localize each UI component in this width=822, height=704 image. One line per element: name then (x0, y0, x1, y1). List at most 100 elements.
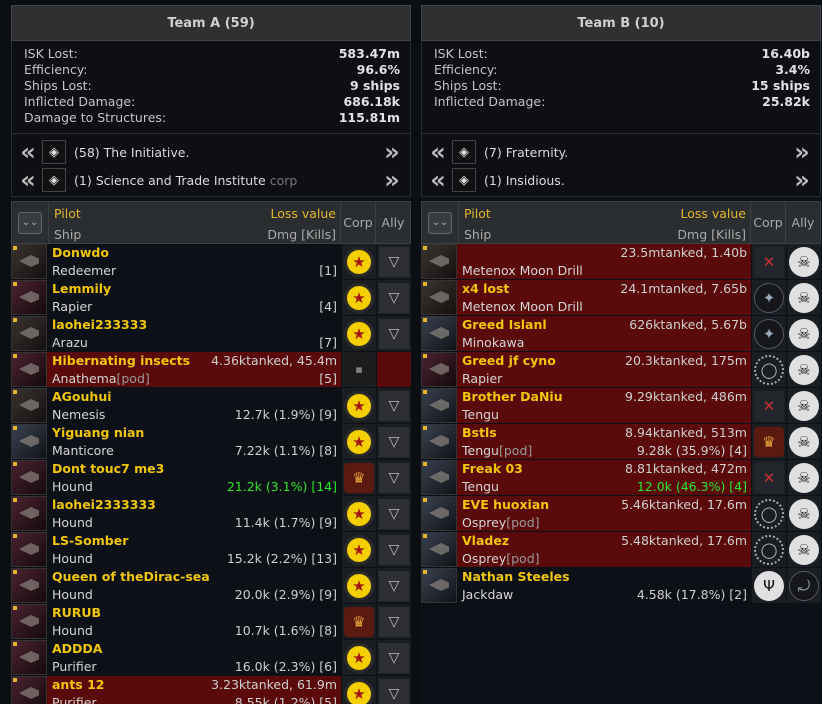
ship-icon[interactable] (11, 316, 47, 351)
ship-icon[interactable] (11, 496, 47, 531)
entity-name[interactable]: (58) The Initiative. (74, 145, 189, 160)
logo-cell[interactable]: ☠ (786, 280, 821, 315)
pilot-name[interactable]: Greed jf cyno (462, 353, 556, 368)
logo-cell[interactable]: ◯ (751, 352, 786, 387)
pilot-name[interactable]: Greed Islanl (462, 317, 547, 332)
ship-icon[interactable] (421, 352, 457, 387)
pilot-name[interactable]: AGouhui (52, 389, 112, 404)
ship-icon[interactable] (11, 352, 47, 387)
logo-cell[interactable]: ★ (341, 280, 376, 315)
logo-cell[interactable] (376, 352, 411, 387)
ship-name[interactable]: Jackdaw (462, 587, 513, 602)
logo-cell[interactable]: ◯ (751, 532, 786, 567)
ship-name[interactable]: Hound (52, 515, 93, 530)
logo-cell[interactable]: ▽ (376, 244, 411, 279)
ship-icon[interactable] (421, 244, 457, 279)
logo-cell[interactable]: ✕ (751, 460, 786, 495)
pilot-row[interactable]: Lemmily Rapier [4] ★ ▽ (11, 280, 411, 316)
logo-cell[interactable]: ☠ (786, 388, 821, 423)
logo-cell[interactable]: ⤾ (786, 568, 821, 603)
loss-value-header[interactable]: Loss value (270, 206, 336, 221)
logo-cell[interactable]: ☠ (786, 352, 821, 387)
logo-cell[interactable]: ♛ (751, 424, 786, 459)
ally-header[interactable]: Ally (375, 202, 410, 243)
logo-cell[interactable]: ★ (341, 424, 376, 459)
logo-cell[interactable]: ★ (341, 568, 376, 603)
ship-icon[interactable] (11, 532, 47, 567)
ship-icon[interactable] (421, 496, 457, 531)
pilot-row[interactable]: Vladez Osprey[pod] 5.48ktanked, 17.6m ◯ ☠ (421, 532, 821, 568)
logo-cell[interactable]: ☠ (786, 496, 821, 531)
logo-cell[interactable]: ▽ (376, 676, 411, 704)
ship-name[interactable]: Rapier (52, 299, 92, 314)
pilot-header[interactable]: Pilot (464, 206, 491, 221)
logo-cell[interactable]: ♛ (341, 604, 376, 639)
logo-cell[interactable]: ☠ (786, 244, 821, 279)
move-right-arrow-icon[interactable]: » (376, 168, 402, 192)
logo-cell[interactable]: ▽ (376, 568, 411, 603)
ship-icon[interactable] (11, 424, 47, 459)
pilot-name[interactable]: EVE huoxian (462, 497, 549, 512)
ship-name[interactable]: Metenox Moon Drill (462, 299, 583, 314)
ship-icon[interactable] (11, 676, 47, 704)
pod-tag[interactable]: [pod] (116, 371, 149, 386)
ship-icon[interactable] (421, 388, 457, 423)
logo-cell[interactable]: ▽ (376, 604, 411, 639)
pilot-name[interactable]: Freak 03 (462, 461, 523, 476)
ship-icon[interactable] (421, 316, 457, 351)
ship-name[interactable]: Minokawa (462, 335, 524, 350)
logo-cell[interactable]: ☠ (786, 424, 821, 459)
ship-icon[interactable] (11, 604, 47, 639)
ship-name[interactable]: Hound (52, 479, 93, 494)
logo-cell[interactable]: ★ (341, 676, 376, 704)
logo-cell[interactable]: ✕ (751, 388, 786, 423)
ship-header[interactable]: Ship (464, 227, 491, 242)
ship-icon[interactable] (421, 460, 457, 495)
pilot-row[interactable]: Freak 03 Tengu 8.81ktanked, 472m 12.0k (46.… (421, 460, 821, 496)
logo-cell[interactable]: ☠ (786, 532, 821, 567)
entity-name[interactable]: (1) Science and Trade Institute (74, 173, 266, 188)
pod-tag[interactable]: [pod] (506, 515, 539, 530)
pilot-header[interactable]: Pilot (54, 206, 81, 221)
logo-cell[interactable]: ▽ (376, 460, 411, 495)
ship-name[interactable]: Manticore (52, 443, 114, 458)
logo-cell[interactable]: ★ (341, 388, 376, 423)
move-left-arrow-icon[interactable]: « (12, 168, 38, 192)
pilot-name[interactable]: LS-Somber (52, 533, 128, 548)
pilot-name[interactable]: Nathan Steeles (462, 569, 570, 584)
pilot-row[interactable]: Queen of theDirac-sea Hound 20.0k (2.9%) [… (11, 568, 411, 604)
logo-cell[interactable]: ▽ (376, 388, 411, 423)
pilot-name[interactable]: x4 lost (462, 281, 509, 296)
pilot-row[interactable]: Nathan Steeles Jackdaw 4.58k (17.8%) [2] Ψ ⤾ (421, 568, 821, 604)
logo-cell[interactable]: ☠ (786, 460, 821, 495)
pilot-row[interactable]: Bstls Tengu[pod] 8.94ktanked, 513m 9.28k (3… (421, 424, 821, 460)
logo-cell[interactable]: ★ (341, 532, 376, 567)
logo-cell[interactable]: Ψ (751, 568, 786, 603)
ship-name[interactable]: Metenox Moon Drill (462, 263, 583, 278)
logo-cell[interactable]: ▽ (376, 316, 411, 351)
logo-cell[interactable]: ▽ (376, 280, 411, 315)
logo-cell[interactable]: ✕ (751, 244, 786, 279)
pilot-row[interactable]: Donwdo Redeemer [1] ★ ▽ (11, 244, 411, 280)
move-left-arrow-icon[interactable]: « (12, 140, 38, 164)
dmg-kills-header[interactable]: Dmg [Kills] (267, 227, 336, 242)
pod-tag[interactable]: [pod] (506, 551, 539, 566)
pilot-name[interactable]: ants 12 (52, 677, 105, 692)
move-right-arrow-icon[interactable]: » (376, 140, 402, 164)
pilot-name[interactable]: Vladez (462, 533, 509, 548)
pilot-row[interactable]: RURUB Hound 10.7k (1.6%) [8] ♛ ▽ (11, 604, 411, 640)
ship-header[interactable]: Ship (54, 227, 81, 242)
pilot-row[interactable]: Dont touc7 me3 Hound 21.2k (3.1%) [14] ♛ ▽ (11, 460, 411, 496)
move-left-arrow-icon[interactable]: « (422, 168, 448, 192)
pilot-row[interactable]: laohei233333 Arazu [7] ★ ▽ (11, 316, 411, 352)
pilot-row[interactable]: Greed Islanl Minokawa 626ktanked, 5.67b ✦ ☠ (421, 316, 821, 352)
ship-name[interactable]: Tengu (462, 479, 499, 494)
ship-name[interactable]: Purifier (52, 695, 97, 704)
ship-icon[interactable] (421, 532, 457, 567)
pilot-row[interactable]: x4 lost Metenox Moon Drill 24.1mtanked, 7.… (421, 280, 821, 316)
pilot-row[interactable]: LS-Somber Hound 15.2k (2.2%) [13] ★ ▽ (11, 532, 411, 568)
ship-name[interactable]: Arazu (52, 335, 88, 350)
logo-cell[interactable]: ▽ (376, 496, 411, 531)
logo-cell[interactable]: ▽ (376, 532, 411, 567)
ship-icon[interactable] (11, 244, 47, 279)
